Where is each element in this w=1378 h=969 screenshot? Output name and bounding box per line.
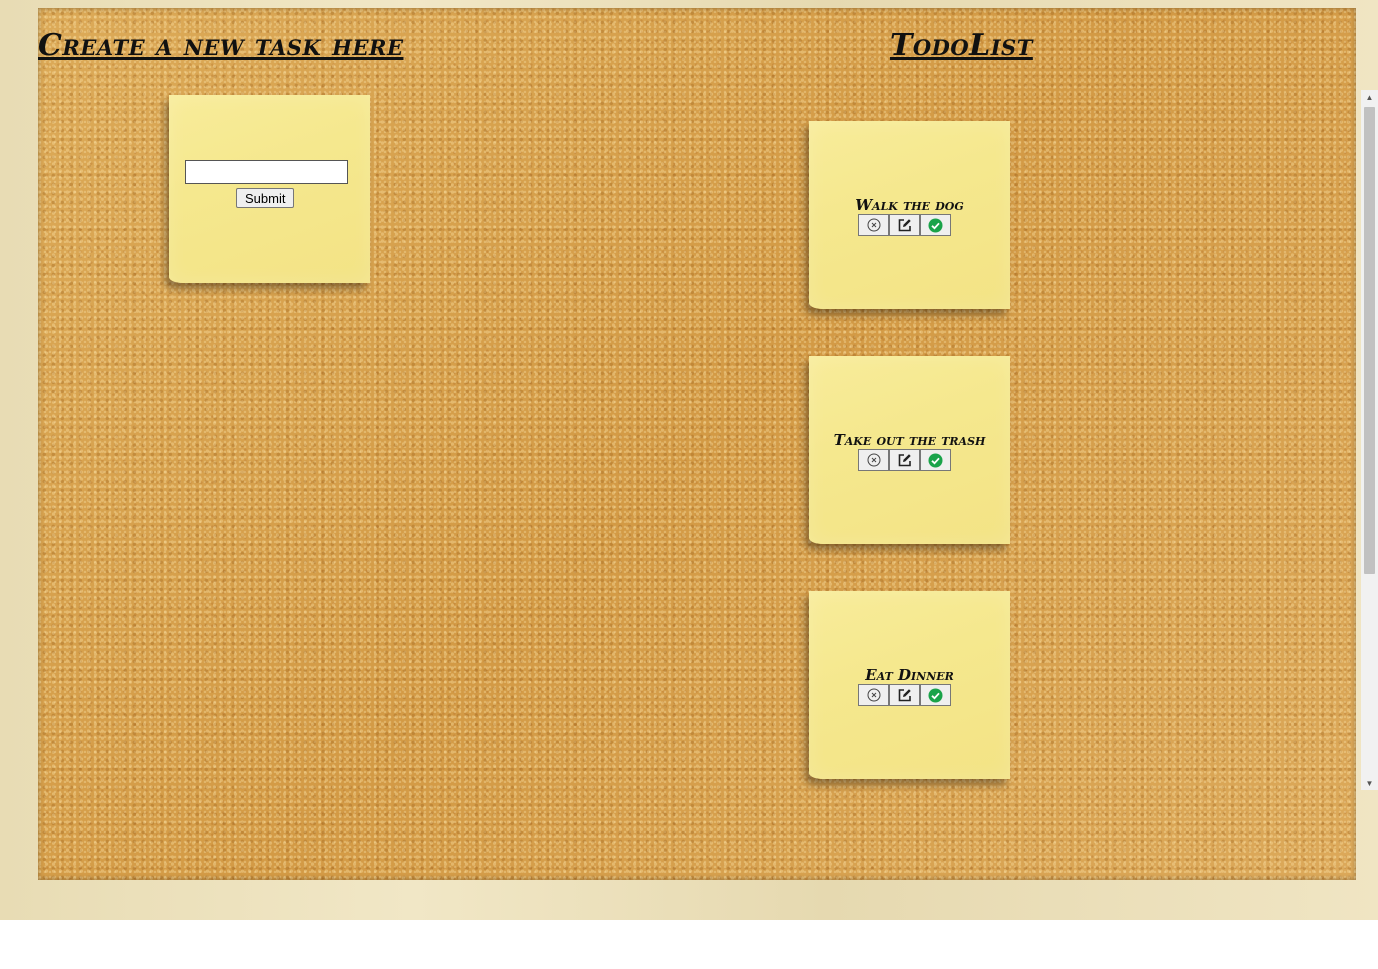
- complete-task-button[interactable]: [920, 684, 951, 706]
- edit-task-button[interactable]: [889, 449, 920, 471]
- create-task-heading: Create a new task here: [38, 28, 404, 63]
- vertical-scrollbar[interactable]: ▲ ▼: [1361, 90, 1378, 790]
- task-note: Walk the dog: [809, 121, 1010, 309]
- delete-task-button[interactable]: [858, 214, 889, 236]
- delete-task-button[interactable]: [858, 449, 889, 471]
- task-label: Take out the trash: [833, 431, 986, 449]
- create-task-note: Submit: [169, 95, 370, 283]
- edit-square-icon: [898, 688, 911, 701]
- submit-button[interactable]: Submit: [236, 188, 295, 208]
- task-label: Walk the dog: [855, 196, 964, 214]
- circle-x-icon: [867, 218, 880, 232]
- edit-task-button[interactable]: [889, 684, 920, 706]
- todolist-heading: TodoList: [890, 28, 1033, 63]
- circle-x-icon: [867, 453, 880, 467]
- complete-task-button[interactable]: [920, 449, 951, 471]
- new-task-input[interactable]: [185, 160, 348, 184]
- scroll-down-arrow-icon[interactable]: ▼: [1361, 776, 1378, 790]
- edit-task-button[interactable]: [889, 214, 920, 236]
- task-actions: [858, 684, 951, 706]
- complete-task-button[interactable]: [920, 214, 951, 236]
- task-actions: [858, 449, 951, 471]
- scroll-up-arrow-icon[interactable]: ▲: [1361, 90, 1378, 104]
- edit-square-icon: [898, 218, 911, 231]
- task-actions: [858, 214, 951, 236]
- green-check-circle-icon: [928, 218, 943, 232]
- green-check-circle-icon: [928, 453, 943, 467]
- edit-square-icon: [898, 453, 911, 466]
- task-note: Eat Dinner: [809, 591, 1010, 779]
- green-check-circle-icon: [928, 688, 943, 702]
- task-label: Eat Dinner: [865, 666, 954, 684]
- delete-task-button[interactable]: [858, 684, 889, 706]
- scrollbar-thumb[interactable]: [1364, 107, 1375, 574]
- task-note: Take out the trash: [809, 356, 1010, 544]
- circle-x-icon: [867, 688, 880, 702]
